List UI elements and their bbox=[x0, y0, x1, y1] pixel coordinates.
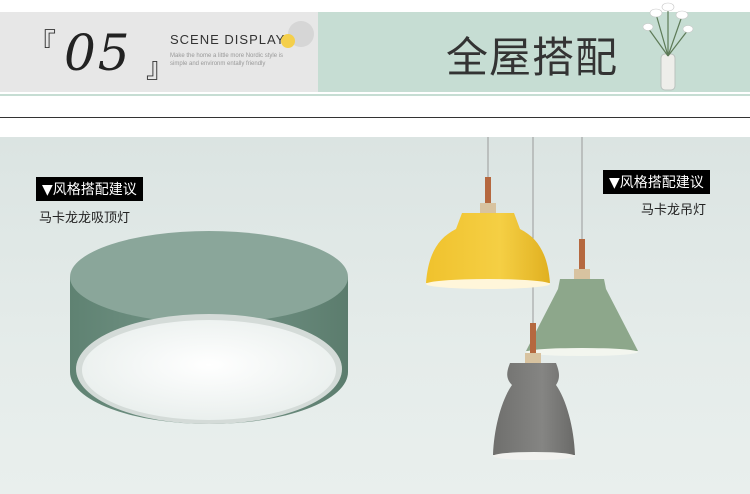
decorative-yellow-circle bbox=[281, 34, 295, 48]
page-title: 全屋搭配 bbox=[446, 33, 619, 82]
ceiling-lamp-caption: 马卡龙龙吸顶灯 bbox=[39, 211, 131, 226]
section-header: 『 05 』 SCENE DISPLAY Make the home a lit… bbox=[0, 0, 750, 108]
scene-display-label: SCENE DISPLAY bbox=[170, 32, 286, 47]
style-suggestion-tag-right: ▼风格搭配建议 bbox=[603, 170, 710, 194]
section-divider bbox=[0, 117, 750, 118]
header-subtitle: Make the home a little more Nordic style… bbox=[170, 53, 284, 67]
flower-vase-icon bbox=[642, 2, 694, 91]
bracket-open: 『 bbox=[28, 27, 57, 60]
style-suggestion-tag-left: ▼风格搭配建议 bbox=[36, 177, 143, 201]
pendant-lamp-caption: 马卡龙吊灯 bbox=[641, 203, 707, 218]
section-number: 05 bbox=[64, 24, 132, 82]
yellow-pendant-image bbox=[426, 177, 550, 289]
ceiling-lamp-image bbox=[70, 231, 348, 424]
